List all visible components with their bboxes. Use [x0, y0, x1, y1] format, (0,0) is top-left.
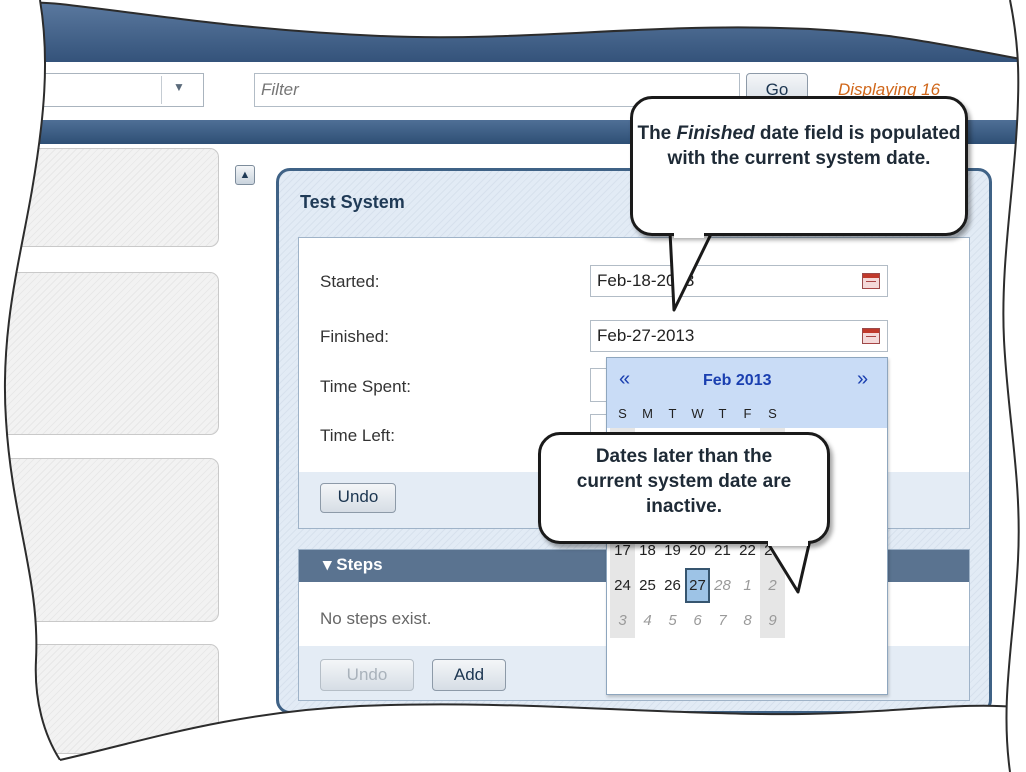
torn-edge-frame: [0, 0, 1026, 772]
screenshot-stage: ▼ Go Displaying 16 ▲ Test System Started…: [0, 0, 1026, 772]
